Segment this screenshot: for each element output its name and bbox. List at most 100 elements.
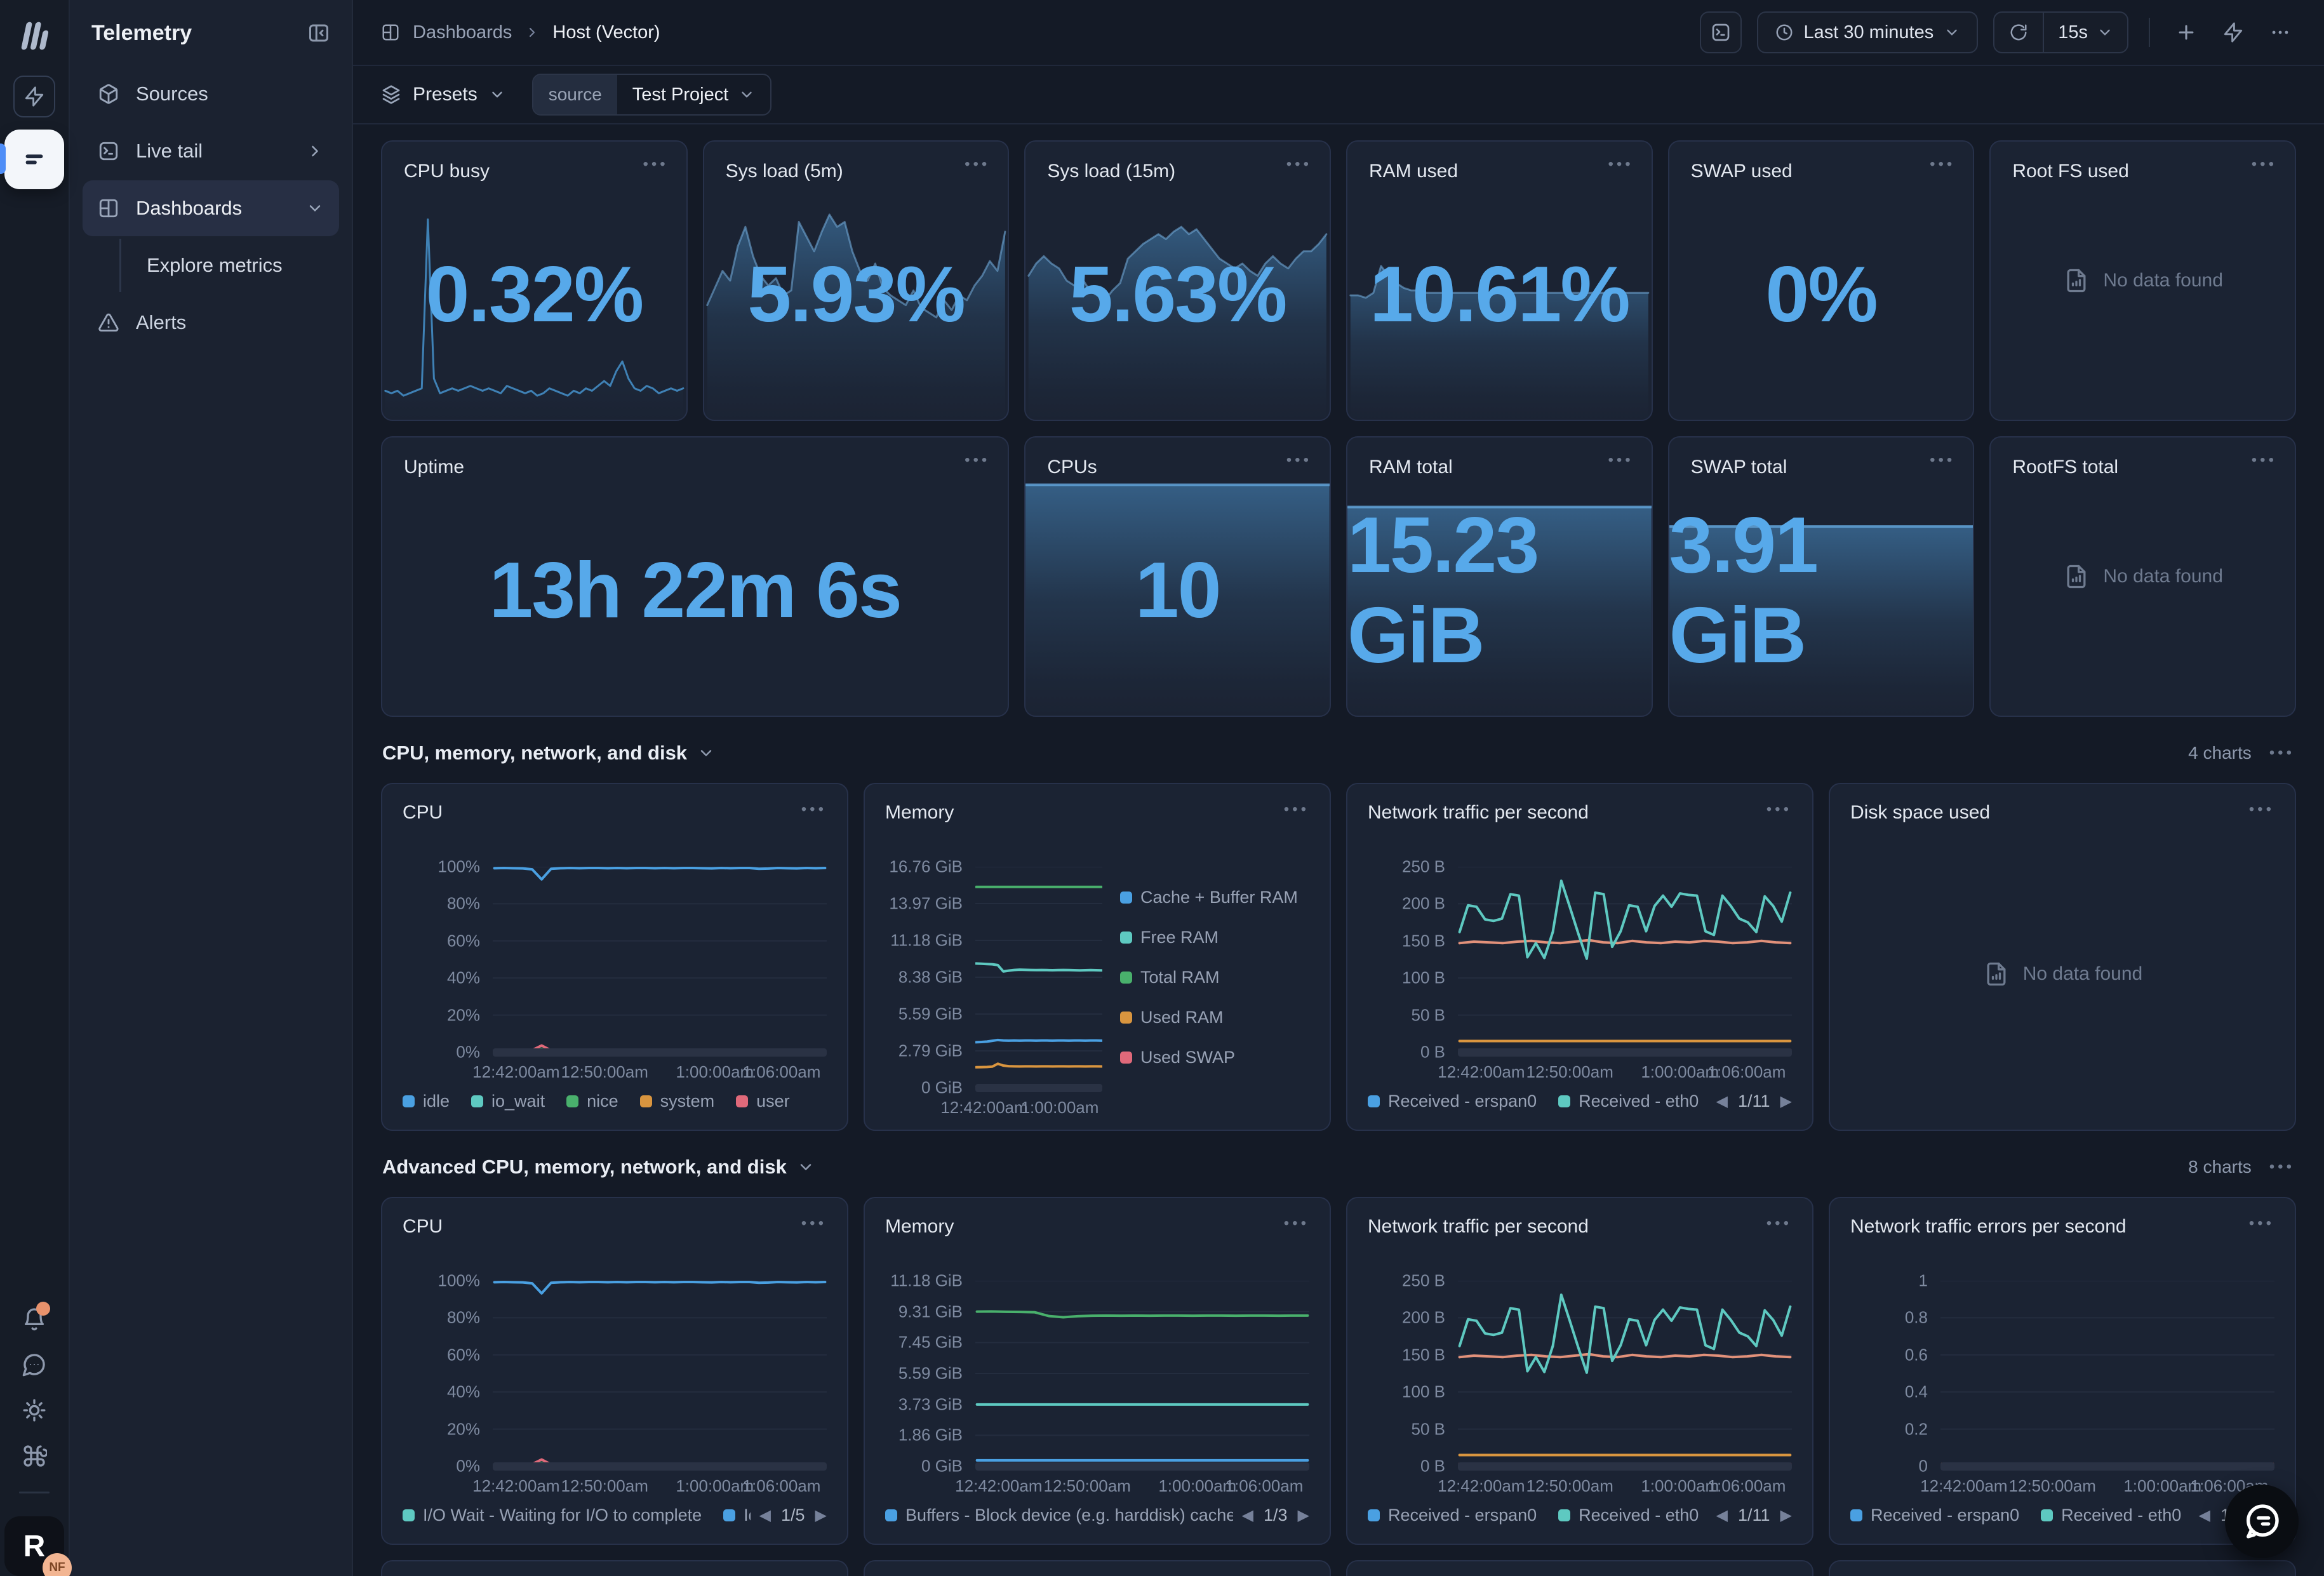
- card-menu-button[interactable]: •••: [1284, 1216, 1309, 1231]
- legend-next-button[interactable]: ▶: [815, 1506, 827, 1525]
- workspace-avatar[interactable]: R NF: [4, 1516, 64, 1576]
- shortcuts-button[interactable]: [22, 1443, 47, 1469]
- legend-item[interactable]: Free RAM: [1120, 928, 1309, 947]
- clock-icon: [1775, 23, 1794, 42]
- legend-label: I/O Wait - Waiting for I/O to complete: [423, 1506, 702, 1525]
- y-tick-label: 7.45 GiB: [898, 1333, 963, 1352]
- telemetry-app-rail-button[interactable]: [4, 130, 64, 189]
- sidebar-item-live-tail[interactable]: Live tail: [83, 123, 339, 179]
- chart-title: Memory: [885, 802, 954, 824]
- y-tick-label: 3.73 GiB: [898, 1394, 963, 1414]
- sidebar-item-dashboards[interactable]: Dashboards: [83, 180, 339, 236]
- legend-item[interactable]: Received - erspan0: [1368, 1506, 1537, 1525]
- card-menu-button[interactable]: •••: [1608, 453, 1633, 468]
- feedback-button[interactable]: [22, 1352, 47, 1377]
- legend-page-number: 1/11: [1738, 1506, 1770, 1525]
- legend-item[interactable]: Total RAM: [1120, 968, 1309, 987]
- refresh-interval-dropdown[interactable]: 15s: [2044, 13, 2127, 52]
- legend-item[interactable]: Received - erspan0: [1850, 1506, 2019, 1525]
- legend-prev-button[interactable]: ◀: [2199, 1506, 2210, 1525]
- refresh-button[interactable]: [1994, 13, 2044, 52]
- chart-row-3-clipped: [381, 1560, 2296, 1576]
- card-menu-button[interactable]: •••: [1766, 802, 1792, 817]
- card-menu-button[interactable]: •••: [801, 1216, 827, 1231]
- presets-dropdown[interactable]: Presets: [381, 84, 505, 105]
- legend-prev-button[interactable]: ◀: [759, 1506, 771, 1525]
- more-options-button[interactable]: [2264, 17, 2296, 48]
- legend-prev-button[interactable]: ◀: [1716, 1506, 1728, 1525]
- y-tick-label: 9.31 GiB: [898, 1302, 963, 1321]
- legend-swatch: [1120, 932, 1132, 944]
- section-menu-button[interactable]: •••: [2269, 745, 2295, 761]
- x-tick-label: 12:50:00am: [1526, 1062, 1613, 1082]
- notifications-button[interactable]: [22, 1306, 47, 1332]
- legend-next-button[interactable]: ▶: [1780, 1506, 1792, 1525]
- y-tick-label: 40%: [447, 1382, 480, 1402]
- y-tick-label: 20%: [447, 1005, 480, 1025]
- card-menu-button[interactable]: •••: [1286, 157, 1312, 172]
- quick-actions-button[interactable]: [2217, 17, 2249, 48]
- legend-item[interactable]: nice: [566, 1092, 618, 1111]
- y-tick-label: 40%: [447, 968, 480, 988]
- legend-item[interactable]: idle: [403, 1092, 450, 1111]
- legend-item[interactable]: Cache + Buffer RAM: [1120, 888, 1309, 907]
- legend-item[interactable]: user: [736, 1092, 790, 1111]
- sidebar-item-sources[interactable]: Sources: [83, 66, 339, 122]
- support-chat-fab[interactable]: [2225, 1485, 2299, 1558]
- section-title-label: CPU, memory, network, and disk: [382, 742, 687, 765]
- card-menu-button[interactable]: •••: [2249, 1216, 2274, 1231]
- chart-legend: I/O Wait - Waiting for I/O to complete Id…: [403, 1498, 827, 1532]
- breadcrumb-root[interactable]: Dashboards: [413, 22, 512, 43]
- card-menu-button[interactable]: •••: [2252, 157, 2277, 172]
- legend-prev-button[interactable]: ◀: [1716, 1092, 1728, 1111]
- card-menu-button[interactable]: •••: [1930, 157, 1955, 172]
- source-filter-value-dropdown[interactable]: Test Project: [617, 75, 771, 114]
- legend-item[interactable]: system: [640, 1092, 715, 1111]
- legend-item[interactable]: Buffers - Block device (e.g. harddisk) c…: [885, 1506, 1233, 1525]
- card-menu-button[interactable]: •••: [1608, 157, 1633, 172]
- card-menu-button[interactable]: •••: [965, 453, 990, 468]
- x-tick-label: 12:42:00am: [940, 1098, 1027, 1118]
- card-menu-button[interactable]: •••: [801, 802, 827, 817]
- legend-next-button[interactable]: ▶: [1780, 1092, 1792, 1111]
- legend-item[interactable]: I/O Wait - Waiting for I/O to complete: [403, 1506, 702, 1525]
- theme-toggle-button[interactable]: [22, 1398, 47, 1423]
- legend-item[interactable]: Received - eth0: [2041, 1506, 2181, 1525]
- section-title[interactable]: Advanced CPU, memory, network, and disk: [382, 1156, 815, 1179]
- section-title[interactable]: CPU, memory, network, and disk: [382, 742, 715, 765]
- card-title: SWAP total: [1691, 457, 1787, 478]
- sidebar-item-explore-metrics[interactable]: Explore metrics: [119, 239, 339, 292]
- legend-prev-button[interactable]: ◀: [1242, 1506, 1253, 1525]
- empty-state-label: No data found: [2023, 963, 2142, 985]
- layers-icon: [381, 84, 401, 105]
- time-range-dropdown[interactable]: Last 30 minutes: [1757, 11, 1979, 53]
- card-menu-button[interactable]: •••: [965, 157, 990, 172]
- legend-label: Buffers - Block device (e.g. harddisk) c…: [905, 1506, 1233, 1525]
- chart-card-network-errors: Network traffic errors per second•••10.8…: [1829, 1197, 2296, 1545]
- add-chart-button[interactable]: [2170, 17, 2202, 48]
- card-menu-button[interactable]: •••: [1766, 1216, 1792, 1231]
- legend-item[interactable]: Used RAM: [1120, 1008, 1309, 1027]
- quickstart-rail-button[interactable]: [13, 76, 55, 117]
- legend-item[interactable]: Used SWAP: [1120, 1048, 1309, 1067]
- empty-state: No data found: [1991, 142, 2295, 420]
- legend-item[interactable]: Received - erspan0: [1368, 1092, 1537, 1111]
- legend-item[interactable]: Idle: [723, 1506, 750, 1525]
- section-menu-button[interactable]: •••: [2269, 1159, 2295, 1175]
- live-tail-panel-button[interactable]: [1700, 11, 1742, 53]
- sidebar-item-alerts[interactable]: Alerts: [83, 295, 339, 351]
- card-menu-button[interactable]: •••: [2252, 453, 2277, 468]
- card-menu-button[interactable]: •••: [1930, 453, 1955, 468]
- card-menu-button[interactable]: •••: [1286, 453, 1312, 468]
- legend-item[interactable]: io_wait: [471, 1092, 545, 1111]
- sidebar-collapse-button[interactable]: [307, 22, 330, 44]
- legend-item[interactable]: Received - eth0: [1558, 1092, 1699, 1111]
- stat-card-cpus: CPUs ••• 10: [1024, 436, 1331, 717]
- card-menu-button[interactable]: •••: [2249, 802, 2274, 817]
- stat-card-cpu-busy: CPU busy ••• 0.32%: [381, 140, 688, 421]
- card-menu-button[interactable]: •••: [643, 157, 668, 172]
- legend-item[interactable]: Received - eth0: [1558, 1506, 1699, 1525]
- legend-swatch: [736, 1095, 748, 1107]
- legend-next-button[interactable]: ▶: [1298, 1506, 1309, 1525]
- card-menu-button[interactable]: •••: [1284, 802, 1309, 817]
